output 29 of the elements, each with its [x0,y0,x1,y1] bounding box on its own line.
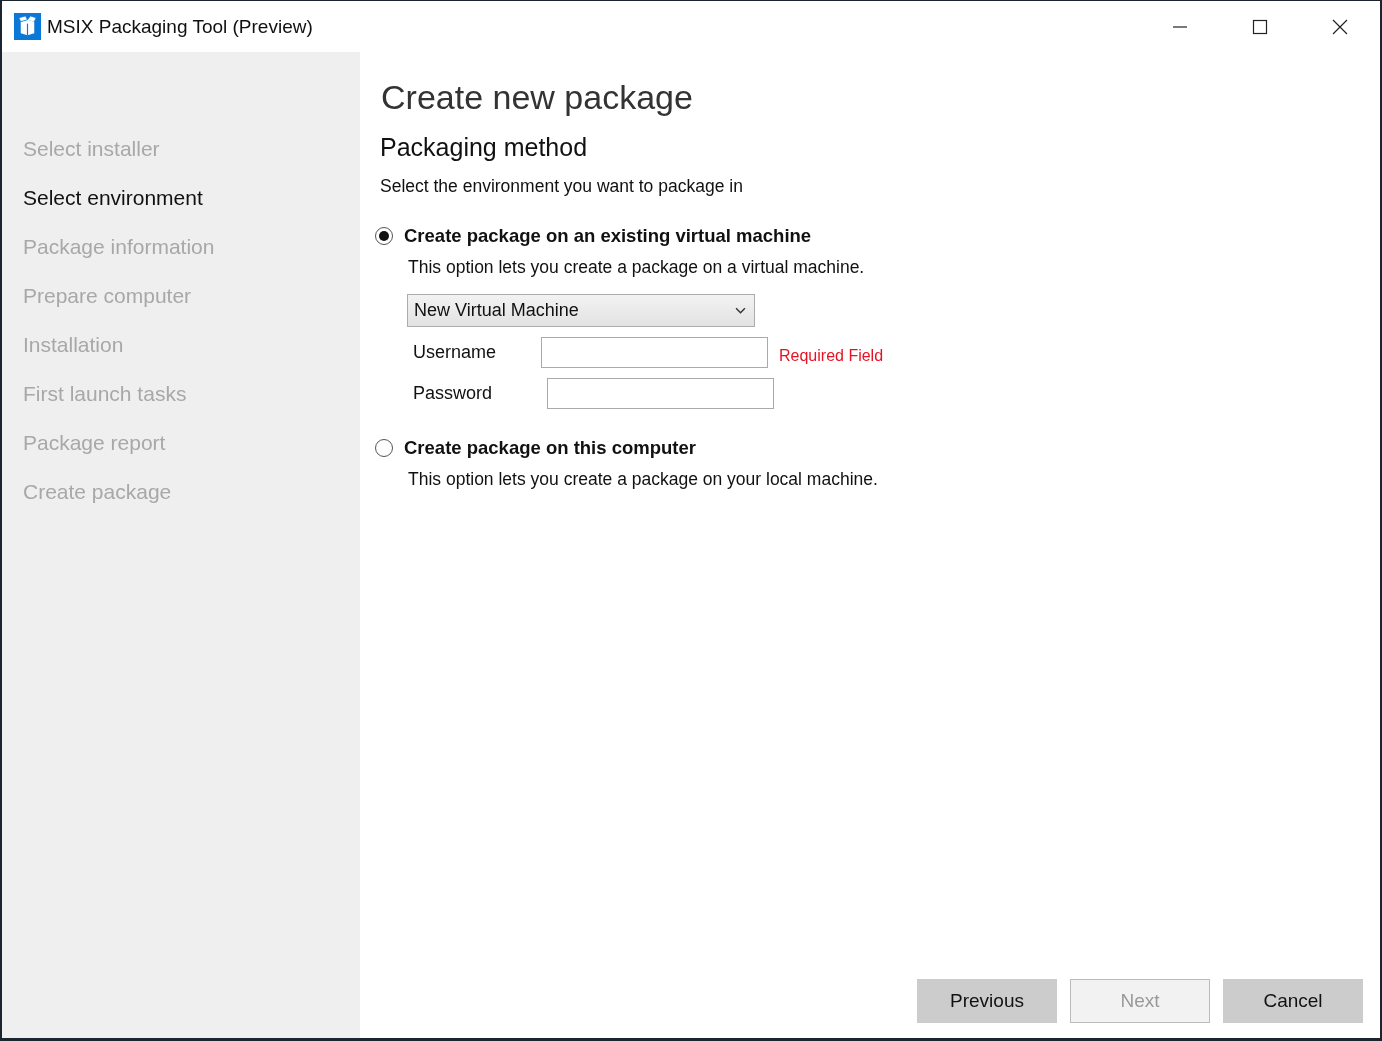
app-icon [14,13,41,40]
field-label: Password [413,383,494,404]
step-item[interactable]: First launch tasks [2,375,360,424]
page-title: Create new package [381,78,694,117]
vm-dropdown[interactable]: New Virtual Machine [407,294,755,327]
step-item[interactable]: Package information [2,228,360,277]
dialog-button[interactable]: Cancel [1223,979,1363,1023]
option-description: This option lets you create a package on a virtual machine. [408,257,866,278]
username-field[interactable] [541,337,768,368]
caret-icon [735,307,746,314]
step-item[interactable]: Prepare computer [2,277,360,326]
minimize-icon [1173,25,1187,28]
option-label[interactable]: Create package on this computer [404,437,696,459]
option-label[interactable]: Create package on an existing virtual machine [404,225,812,247]
close-icon [1331,18,1349,35]
step-item[interactable]: Select installer [2,130,360,179]
step-item[interactable]: Create package [2,473,360,522]
password-field[interactable] [547,378,774,409]
instruction-text: Select the environment you want to package in [380,176,744,197]
section-heading: Packaging method [380,133,589,162]
step-item[interactable]: Installation [2,326,360,375]
step-item[interactable]: Package report [2,424,360,473]
step-item[interactable]: Select environment [2,179,360,228]
option-description: This option lets you create a package on your local machine. [408,469,879,490]
window-title: MSIX Packaging Tool (Preview) [47,15,313,38]
maximize-icon [1251,18,1269,35]
dialog-button[interactable]: Previous [917,979,1057,1023]
field-label: Username [413,342,498,363]
error-text: Required Field [779,346,884,365]
